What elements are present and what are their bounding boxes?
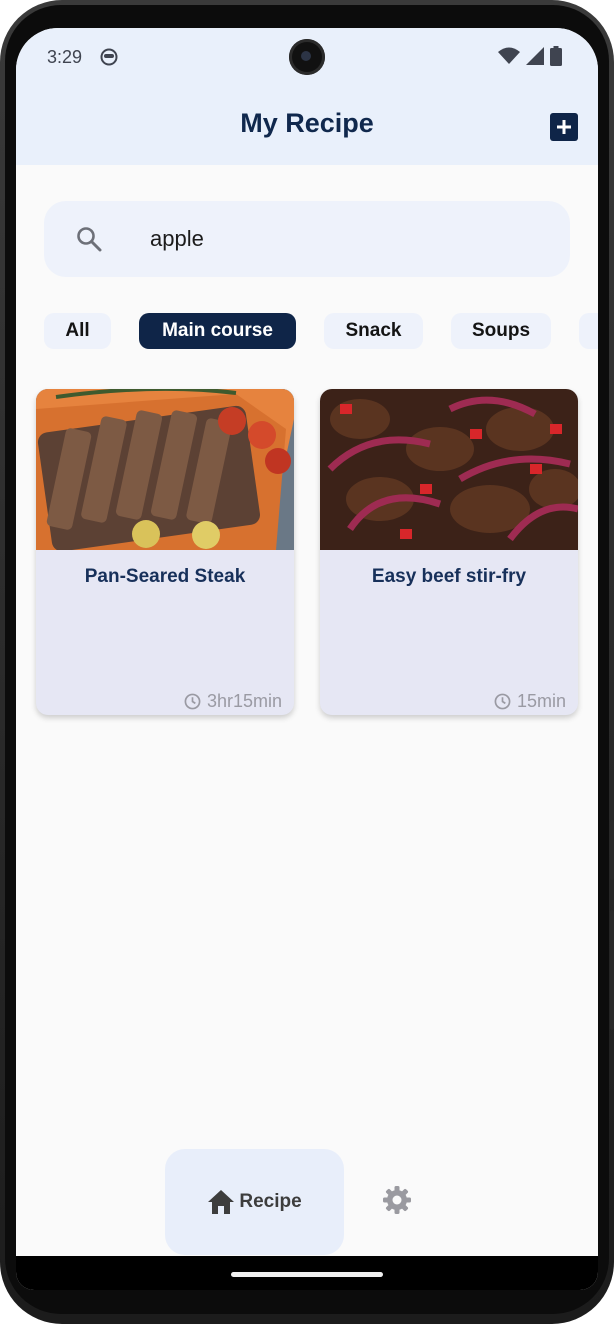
search-icon bbox=[77, 227, 102, 252]
recipe-time: 3hr15min bbox=[184, 691, 282, 712]
nav-recipe-label: Recipe bbox=[239, 1191, 302, 1212]
recipe-time-label: 15min bbox=[516, 691, 566, 711]
clock-icon bbox=[494, 693, 511, 710]
category-chips: All Main course Snack Soups bbox=[16, 313, 598, 349]
recipe-image-steak bbox=[36, 389, 294, 550]
chip-snack[interactable]: Snack bbox=[324, 313, 423, 349]
chip-all[interactable]: All bbox=[44, 313, 111, 349]
status-time: 3:29 bbox=[47, 47, 83, 67]
wifi-icon bbox=[498, 47, 520, 64]
gesture-area bbox=[16, 1256, 598, 1290]
gear-icon[interactable] bbox=[382, 1185, 412, 1215]
front-camera bbox=[289, 39, 325, 75]
page-title: My Recipe bbox=[240, 108, 374, 138]
recipe-time-label: 3hr15min bbox=[206, 691, 282, 711]
clock-icon bbox=[184, 693, 201, 710]
recipe-card[interactable]: Pan-Seared Steak 3hr15min bbox=[36, 389, 294, 715]
search-input[interactable] bbox=[148, 217, 548, 261]
chip-next-partial[interactable] bbox=[579, 313, 598, 349]
recipe-title: Pan-Seared Steak bbox=[84, 566, 246, 587]
recipe-time: 15min bbox=[494, 691, 566, 712]
top-app-area: 3:29 My Recipe bbox=[16, 28, 598, 165]
battery-icon bbox=[550, 46, 562, 66]
chip-soups[interactable]: Soups bbox=[451, 313, 551, 349]
power-button bbox=[610, 910, 614, 1030]
search-bar[interactable] bbox=[44, 201, 570, 277]
recipe-card[interactable]: Easy beef stir-fry 15min bbox=[320, 389, 578, 715]
signal-icon bbox=[526, 47, 544, 65]
recipe-title: Easy beef stir-fry bbox=[371, 566, 527, 587]
plus-icon bbox=[557, 120, 571, 134]
phone-frame: 3:29 My Recipe apple All Main course Sna… bbox=[0, 0, 614, 1324]
recipe-image-stir-fry bbox=[320, 389, 578, 550]
add-recipe-button[interactable] bbox=[550, 113, 578, 141]
screen: 3:29 My Recipe apple All Main course Sna… bbox=[16, 28, 598, 1290]
nav-recipe[interactable]: Recipe bbox=[165, 1149, 344, 1255]
face-icon bbox=[100, 48, 118, 66]
chip-main-course[interactable]: Main course bbox=[139, 313, 296, 349]
status-icons bbox=[498, 46, 562, 66]
home-gesture-bar[interactable] bbox=[231, 1272, 383, 1277]
home-icon bbox=[208, 1190, 235, 1214]
volume-button bbox=[610, 820, 614, 880]
